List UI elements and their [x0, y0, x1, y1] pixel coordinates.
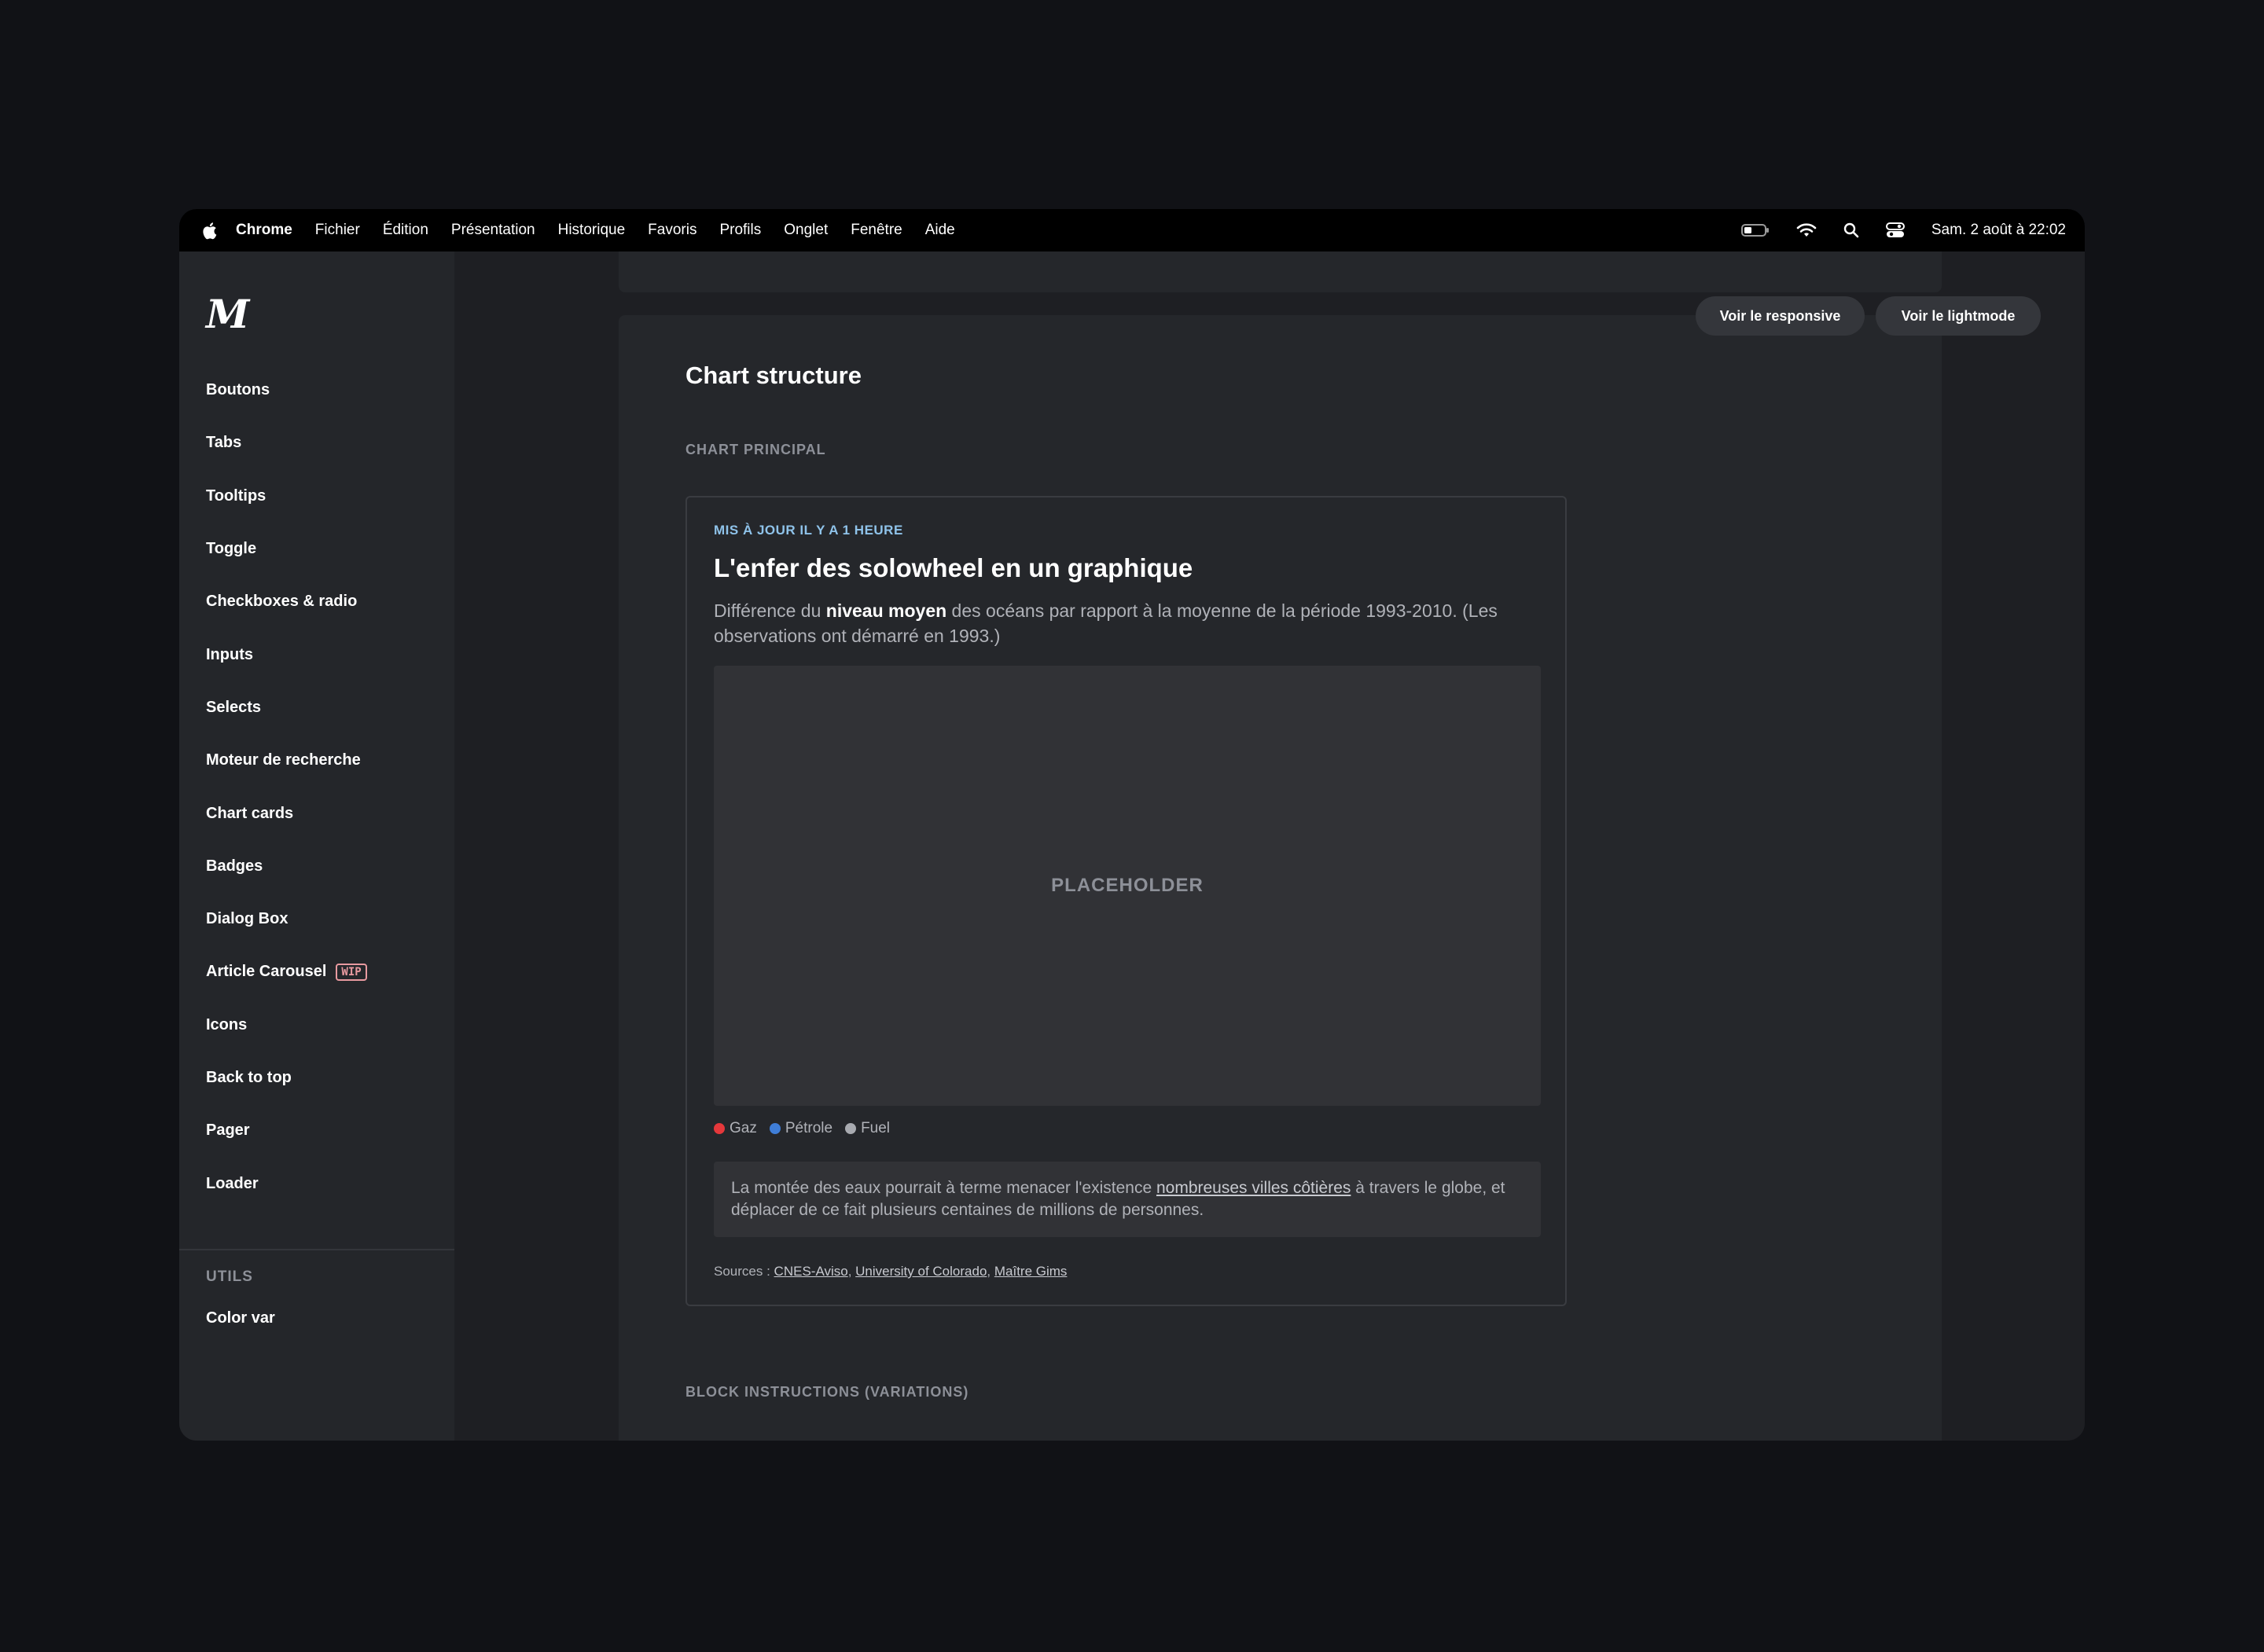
legend-dot-petrole [769, 1123, 781, 1134]
sidebar-item-icons[interactable]: Icons [206, 999, 367, 1052]
sidebar-item-moteur-de-recherche[interactable]: Moteur de recherche [206, 734, 367, 787]
sidebar-frame: M Boutons Tabs Tooltips Toggle Checkboxe… [179, 209, 454, 1441]
legend-dot-gaz [714, 1123, 725, 1134]
wip-badge: WIP [336, 963, 367, 981]
section-label-block-instructions: BLOCK INSTRUCTIONS (VARIATIONS) [685, 1384, 969, 1400]
legend-item-fuel: Fuel [845, 1120, 890, 1137]
macos-menubar: Chrome Fichier Édition Présentation Hist… [179, 209, 2085, 251]
sidebar-item-color-var[interactable]: Color var [206, 1309, 275, 1327]
previous-panel-edge [619, 251, 1942, 292]
page-title: Chart structure [685, 362, 862, 389]
sidebar-item-toggle[interactable]: Toggle [206, 523, 367, 575]
menu-onglet[interactable]: Onglet [784, 222, 828, 239]
sidebar-item-badges[interactable]: Badges [206, 840, 367, 893]
note-link[interactable]: nombreuses villes côtières [1156, 1179, 1351, 1197]
menu-fenetre[interactable]: Fenêtre [851, 222, 902, 239]
legend-label: Fuel [861, 1120, 891, 1136]
sidebar-item-chart-cards[interactable]: Chart cards [206, 787, 367, 839]
source-link-cnes-aviso[interactable]: CNES-Aviso [774, 1264, 848, 1279]
sidebar-item-article-carousel[interactable]: Article Carousel WIP [206, 945, 367, 998]
legend-item-petrole: Pétrole [769, 1120, 833, 1137]
menu-aide[interactable]: Aide [925, 222, 955, 239]
sidebar-item-checkboxes-radio[interactable]: Checkboxes & radio [206, 575, 367, 628]
sidebar-item-loader[interactable]: Loader [206, 1157, 367, 1210]
chart-placeholder: PLACEHOLDER [714, 666, 1541, 1106]
sidebar: M Boutons Tabs Tooltips Toggle Checkboxe… [179, 251, 454, 1441]
view-responsive-button[interactable]: Voir le responsive [1696, 296, 1865, 336]
chart-sources: Sources : CNES-Aviso, University of Colo… [714, 1264, 1068, 1279]
menu-profils[interactable]: Profils [719, 222, 761, 239]
chart-card: MIS À JOUR IL Y A 1 HEURE L'enfer des so… [685, 496, 1567, 1306]
wifi-icon[interactable] [1796, 222, 1817, 238]
sidebar-item-inputs[interactable]: Inputs [206, 628, 367, 681]
sidebar-item-selects[interactable]: Selects [206, 681, 367, 734]
legend-item-gaz: Gaz [714, 1120, 757, 1137]
menu-presentation[interactable]: Présentation [451, 222, 535, 239]
menu-favoris[interactable]: Favoris [648, 222, 696, 239]
chart-title: L'enfer des solowheel en un graphique [714, 553, 1193, 582]
updated-timestamp: MIS À JOUR IL Y A 1 HEURE [714, 523, 903, 538]
menubar-clock[interactable]: Sam. 2 août à 22:02 [1931, 222, 2066, 239]
utils-heading: UTILS [206, 1268, 253, 1285]
sources-label: Sources : [714, 1264, 774, 1279]
desc-text-start: Différence du [714, 600, 826, 621]
view-lightmode-button[interactable]: Voir le lightmode [1876, 296, 2041, 336]
menubar-status-area: Sam. 2 août à 22:02 [1740, 209, 2066, 251]
chart-description: Différence du niveau moyen des océans pa… [714, 598, 1500, 648]
chart-note: La montée des eaux pourrait à terme mena… [714, 1162, 1541, 1237]
sidebar-item-back-to-top[interactable]: Back to top [206, 1052, 367, 1104]
desc-bold-text: niveau moyen [825, 600, 947, 621]
sidebar-divider [179, 1249, 454, 1250]
search-icon[interactable] [1843, 222, 1859, 238]
menu-historique[interactable]: Historique [558, 222, 626, 239]
source-link-university-of-colorado[interactable]: University of Colorado [855, 1264, 987, 1279]
sidebar-item-label: Article Carousel [206, 963, 327, 981]
legend-dot-fuel [845, 1123, 857, 1134]
chart-legend: Gaz Pétrole Fuel [714, 1120, 890, 1137]
legend-label: Gaz [730, 1120, 757, 1136]
note-text-start: La montée des eaux pourrait à terme mena… [731, 1179, 1156, 1197]
section-label-chart-principal: CHART PRINCIPAL [685, 442, 826, 457]
site-logo[interactable]: M [206, 291, 249, 337]
sidebar-item-tooltips[interactable]: Tooltips [206, 470, 367, 523]
sidebar-item-boutons[interactable]: Boutons [206, 364, 367, 417]
control-center-icon[interactable] [1885, 222, 1905, 238]
sidebar-item-dialog-box[interactable]: Dialog Box [206, 893, 367, 945]
battery-icon[interactable] [1740, 223, 1770, 237]
source-link-maitre-gims[interactable]: Maître Gims [994, 1264, 1068, 1279]
legend-label: Pétrole [785, 1120, 833, 1136]
sidebar-nav: Boutons Tabs Tooltips Toggle Checkboxes … [206, 364, 367, 1210]
sidebar-item-pager[interactable]: Pager [206, 1104, 367, 1157]
sidebar-item-tabs[interactable]: Tabs [206, 417, 367, 469]
